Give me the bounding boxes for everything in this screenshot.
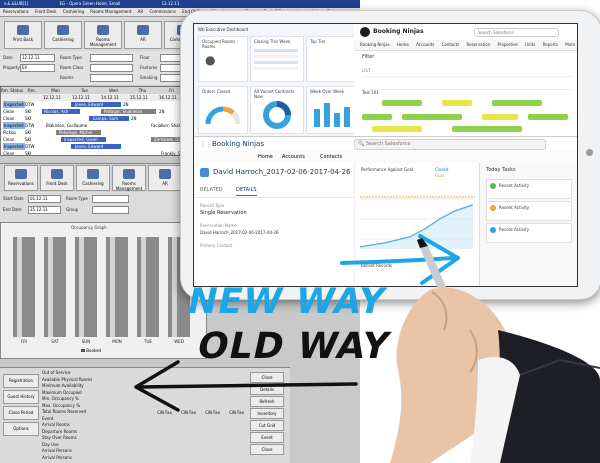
hand-illustration [390,287,600,463]
new-way-label: NEW WAY [183,282,390,322]
annotation-overlay [134,234,600,463]
old-way-label: OLD WAY [193,326,394,367]
old-way-arrow [134,360,358,412]
